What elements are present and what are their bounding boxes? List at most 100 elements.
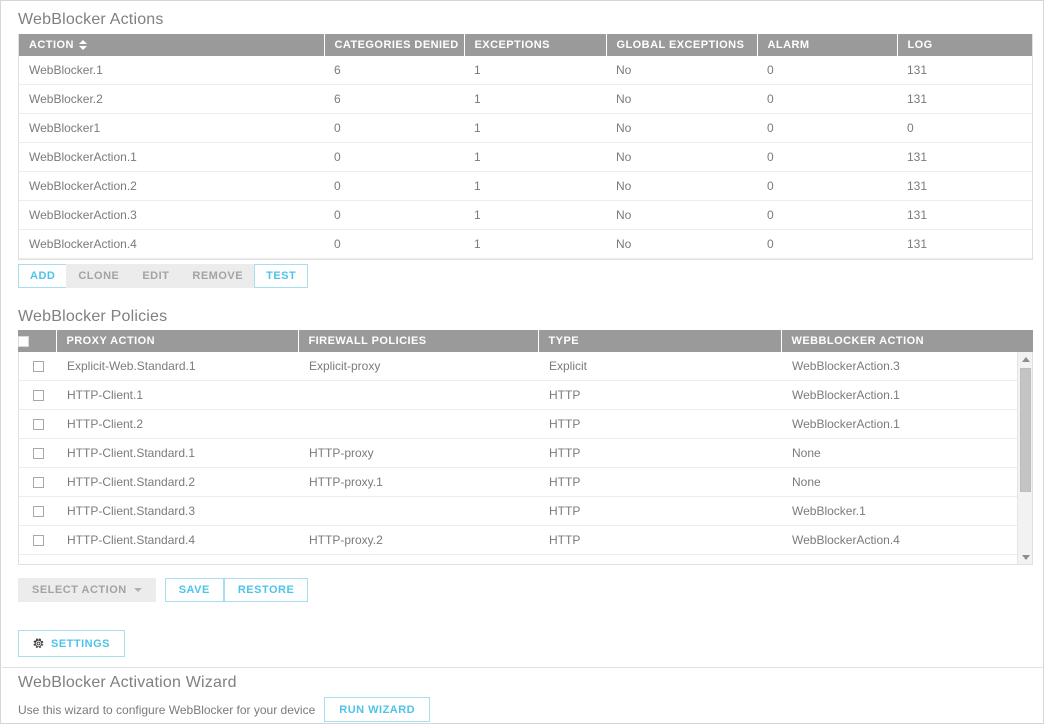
cell-row-select[interactable] [19,497,57,526]
table-row[interactable]: WebBlocker101No00 [19,114,1032,143]
table-row[interactable]: HTTP-Client.2HTTPWebBlockerAction.1 [19,410,1033,439]
row-select-checkbox[interactable] [33,535,44,546]
cell-exceptions: 1 [464,85,606,114]
cell-webblocker-action: WebBlockerAction.4 [782,526,1019,555]
row-select-checkbox[interactable] [33,506,44,517]
column-header-exceptions[interactable]: EXCEPTIONS [464,34,606,56]
column-header-proxy-action[interactable]: PROXY ACTION [56,330,298,352]
add-button[interactable]: ADD [18,264,67,288]
cell-type: HTTPS [539,555,782,566]
cell-alarm: 0 [757,143,897,172]
cell-global-exceptions: No [606,56,757,85]
cell-action: WebBlockerAction.1 [19,143,324,172]
run-wizard-button[interactable]: RUN WIZARD [324,697,430,722]
cell-row-select[interactable] [19,526,57,555]
column-header-categories-denied[interactable]: CATEGORIES DENIED [324,34,464,56]
table-row[interactable]: HTTP-Client.Standard.1HTTP-proxyHTTPNone [19,439,1033,468]
wizard-description: Use this wizard to configure WebBlocker … [18,703,315,717]
cell-action: WebBlockerAction.2 [19,172,324,201]
webblocker-policies-body-table: Explicit-Web.Standard.1Explicit-proxyExp… [19,352,1033,565]
table-row[interactable]: WebBlockerAction.201No0131 [19,172,1032,201]
cell-categories-denied: 6 [324,56,464,85]
cell-global-exceptions: No [606,85,757,114]
table-row[interactable]: Explicit-Web.Standard.1Explicit-proxyExp… [19,352,1033,381]
table-row[interactable]: HTTP-Client.Standard.3HTTPWebBlocker.1 [19,497,1033,526]
select-all-checkbox[interactable] [18,336,29,347]
webblocker-policies-title: WebBlocker Policies [18,308,167,326]
cell-firewall-policies [299,497,539,526]
cell-categories-denied: 0 [324,114,464,143]
policies-vertical-scrollbar[interactable] [1017,352,1032,564]
gear-icon [33,638,44,649]
column-header-log[interactable]: LOG [897,34,1032,56]
table-row[interactable]: HTTP-Client.Standard.2HTTP-proxy.1HTTPNo… [19,468,1033,497]
row-select-checkbox[interactable] [33,419,44,430]
scroll-down-arrow-icon[interactable] [1018,550,1033,564]
table-row[interactable]: WebBlocker.261No0131 [19,85,1032,114]
select-action-button: SELECT ACTION [18,578,156,602]
cell-row-select[interactable] [19,555,57,566]
cell-alarm: 0 [757,56,897,85]
cell-row-select[interactable] [19,352,57,381]
table-row[interactable]: WebBlockerAction.401No0131 [19,230,1032,259]
row-select-checkbox[interactable] [33,390,44,401]
webblocker-configuration-page: WebBlocker Actions ACTION CATEGORIES DEN… [0,0,1044,724]
column-header-global-exceptions[interactable]: GLOBAL EXCEPTIONS [606,34,757,56]
cell-proxy-action: HTTP-Client.1 [57,381,299,410]
table-row[interactable]: WebBlocker.161No0131 [19,56,1032,85]
row-select-checkbox[interactable] [33,448,44,459]
run-wizard-button-label: RUN WIZARD [339,704,415,716]
cell-webblocker-action: WebBlockerAction.1 [782,555,1019,566]
column-header-alarm[interactable]: ALARM [757,34,897,56]
table-row[interactable]: HTTP-Client.Standard.4HTTP-proxy.2HTTPWe… [19,526,1033,555]
cell-row-select[interactable] [19,410,57,439]
table-row[interactable]: WebBlockerAction.301No0131 [19,201,1032,230]
cell-global-exceptions: No [606,172,757,201]
webblocker-actions-table: ACTION CATEGORIES DENIED EXCEPTIONS GLOB… [19,34,1032,259]
row-select-checkbox[interactable] [33,564,44,565]
cell-webblocker-action: None [782,439,1019,468]
cell-log: 131 [897,85,1032,114]
cell-exceptions: 1 [464,230,606,259]
table-row[interactable]: HTTP-Client.1HTTPWebBlockerAction.1 [19,381,1033,410]
settings-button-label: SETTINGS [51,638,110,650]
row-select-checkbox[interactable] [33,361,44,372]
cell-log: 131 [897,143,1032,172]
sort-updown-icon[interactable] [79,40,87,50]
save-button[interactable]: SAVE [165,578,224,602]
settings-button[interactable]: SETTINGS [18,630,125,657]
cell-type: HTTP [539,497,782,526]
cell-row-select[interactable] [19,439,57,468]
chevron-down-icon [134,588,142,592]
cell-type: HTTP [539,410,782,439]
cell-action: WebBlocker1 [19,114,324,143]
column-header-select-all[interactable] [18,330,56,352]
row-select-checkbox[interactable] [33,477,44,488]
cell-log: 131 [897,172,1032,201]
cell-type: HTTP [539,526,782,555]
scroll-up-arrow-icon[interactable] [1018,352,1033,366]
restore-button[interactable]: RESTORE [224,578,308,602]
table-row[interactable]: HTTPS-Client.1HTTPSWebBlockerAction.1 [19,555,1033,566]
column-header-type[interactable]: TYPE [538,330,781,352]
column-header-firewall-policies[interactable]: FIREWALL POLICIES [298,330,538,352]
button-bar-gap [156,578,165,602]
cell-global-exceptions: No [606,114,757,143]
test-button[interactable]: TEST [254,264,308,288]
column-header-action[interactable]: ACTION [19,34,324,56]
table-row[interactable]: WebBlockerAction.101No0131 [19,143,1032,172]
cell-categories-denied: 0 [324,143,464,172]
cell-alarm: 0 [757,172,897,201]
cell-firewall-policies [299,410,539,439]
cell-row-select[interactable] [19,468,57,497]
column-header-webblocker-action[interactable]: WEBBLOCKER ACTION [781,330,1033,352]
webblocker-actions-button-bar: ADDCLONEEDITREMOVETEST [18,264,308,288]
wizard-title: WebBlocker Activation Wizard [18,674,237,692]
scrollbar-thumb[interactable] [1020,368,1031,492]
remove-button-label: REMOVE [192,270,243,282]
cell-row-select[interactable] [19,381,57,410]
cell-type: HTTP [539,439,782,468]
test-button-label: TEST [266,270,296,282]
cell-webblocker-action: WebBlockerAction.1 [782,410,1019,439]
cell-action: WebBlockerAction.4 [19,230,324,259]
